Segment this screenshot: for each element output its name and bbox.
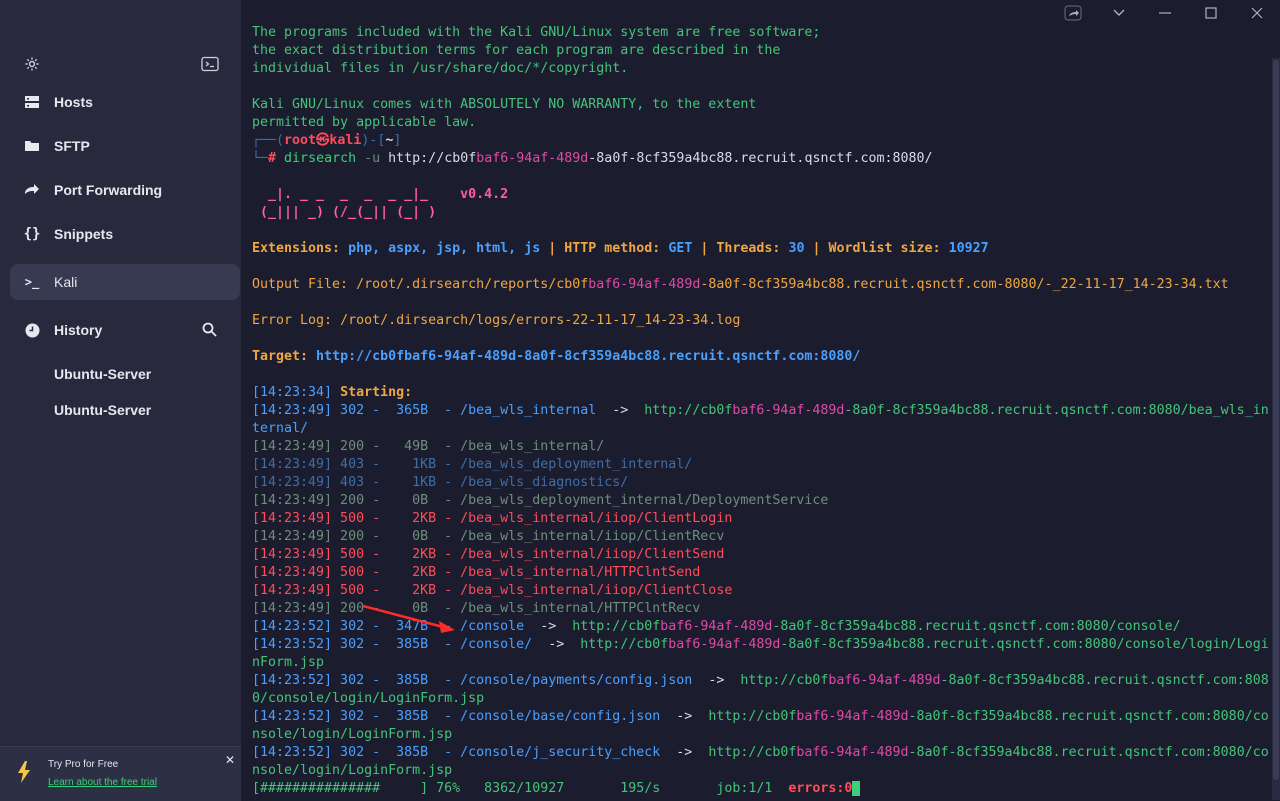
terminal-line: [14:23:49] 500 - 2KB - /bea_wls_internal… [252, 583, 733, 598]
clock-icon [10, 323, 54, 338]
terminal-line: [14:23:49] 302 - 365B - /bea_wls_interna… [252, 403, 1269, 418]
pro-promo-banner: Try Pro for Free Learn about the free tr… [0, 746, 241, 801]
terminal-line: [14:23:49] 500 - 2KB - /bea_wls_internal… [252, 511, 733, 526]
lightning-icon [16, 760, 32, 789]
hosts-icon [10, 95, 54, 109]
nav-snippets-label: Snippets [54, 226, 114, 242]
close-window-icon[interactable] [1234, 0, 1280, 26]
terminal-line: Output File: /root/.dirsearch/reports/cb… [252, 277, 1229, 292]
history-item[interactable]: Ubuntu-Server [54, 402, 151, 418]
terminal-line: nsole/login/LoginForm.jsp [252, 763, 453, 778]
nav-sftp[interactable]: SFTP [10, 128, 240, 164]
terminal-line: [14:23:49] 200 - 49B - /bea_wls_internal… [252, 439, 605, 454]
terminal-line: Target: http://cb0fbaf6-94af-489d-8a0f-8… [252, 349, 861, 364]
forward-icon [10, 183, 54, 197]
terminal-line: 0/console/login/LoginForm.jsp [252, 691, 485, 706]
terminal-line: [14:23:49] 200 - 0B - /bea_wls_internal/… [252, 529, 725, 544]
settings-gear-icon[interactable] [24, 56, 40, 77]
terminal-line: nForm.jsp [252, 655, 325, 670]
terminal-line: individual files in /usr/share/doc/*/cop… [252, 61, 629, 76]
red-arrow-annotation [362, 604, 455, 633]
window-controls [1050, 0, 1280, 26]
nav-port-forwarding[interactable]: Port Forwarding [10, 172, 240, 208]
terminal-line: [14:23:49] 200 - 0B - /bea_wls_deploymen… [252, 493, 829, 508]
terminal-line: [14:23:52] 302 - 385B - /console/base/co… [252, 709, 1269, 724]
terminal-line: └─# dirsearch -u http://cb0fbaf6-94af-48… [252, 151, 933, 166]
promo-title: Try Pro for Free [48, 759, 119, 770]
history-item[interactable]: Ubuntu-Server [54, 366, 151, 382]
promo-link[interactable]: Learn about the free trial [48, 777, 157, 788]
terminal-line: [14:23:52] 302 - 385B - /console/j_secur… [252, 745, 1269, 760]
terminal-output[interactable]: The programs included with the Kali GNU/… [252, 24, 1272, 798]
nav-sftp-label: SFTP [54, 138, 90, 154]
maximize-icon[interactable] [1188, 0, 1234, 26]
terminal-line: [14:23:34] Starting: [252, 385, 413, 400]
search-icon[interactable] [202, 322, 217, 342]
terminal-line: [14:23:49] 500 - 2KB - /bea_wls_internal… [252, 565, 701, 580]
sidebar: Hosts SFTP Port Forwarding {} Snippets >… [0, 0, 241, 801]
scrollbar-thumb[interactable] [1273, 60, 1279, 780]
terminal-line: [14:23:52] 302 - 385B - /console/payment… [252, 673, 1269, 688]
terminal-line: _|. _ _ _ _ _ _|_ v0.4.2 [252, 187, 509, 202]
terminal-line: the exact distribution terms for each pr… [252, 43, 781, 58]
nav-kali-label: Kali [54, 274, 78, 290]
terminal-line: [############### ] 76% 8362/10927 195/s … [252, 780, 1272, 798]
nav-snippets[interactable]: {} Snippets [10, 216, 240, 252]
new-terminal-icon[interactable] [201, 56, 219, 77]
terminal-line: [14:23:49] 403 - 1KB - /bea_wls_diagnost… [252, 475, 629, 490]
nav-hosts[interactable]: Hosts [10, 84, 240, 120]
terminal-line: (_||| _) (/_(_|| (_| ) [252, 205, 437, 220]
close-icon[interactable]: ✕ [225, 753, 235, 767]
chevron-down-icon[interactable] [1096, 0, 1142, 26]
braces-icon: {} [23, 226, 41, 242]
terminal-pane[interactable]: The programs included with the Kali GNU/… [241, 0, 1280, 800]
terminal-line: Error Log: /root/.dirsearch/logs/errors-… [252, 313, 741, 328]
nav-kali[interactable]: >_ Kali [10, 264, 240, 300]
share-icon[interactable] [1050, 0, 1096, 26]
nav-history-label: History [54, 322, 103, 338]
terminal-line: Kali GNU/Linux comes with ABSOLUTELY NO … [252, 97, 757, 112]
terminal-line: [14:23:49] 403 - 1KB - /bea_wls_deployme… [252, 457, 693, 472]
terminal-line: The programs included with the Kali GNU/… [252, 25, 821, 40]
terminal-line: Extensions: php, aspx, jsp, html, js | H… [252, 241, 989, 256]
terminal-line: ┌──(root㉿kali)-[~] [252, 133, 402, 148]
terminal-line: permitted by applicable law. [252, 115, 477, 130]
terminal-line: ternal/ [252, 421, 309, 436]
nav-port-forwarding-label: Port Forwarding [54, 182, 163, 198]
terminal-line: [14:23:49] 500 - 2KB - /bea_wls_internal… [252, 547, 725, 562]
minimize-icon[interactable] [1142, 0, 1188, 26]
terminal-line: nsole/login/LoginForm.jsp [252, 727, 453, 742]
folder-icon [10, 139, 54, 153]
cursor [852, 780, 861, 796]
nav-hosts-label: Hosts [54, 94, 93, 110]
terminal-prompt-icon: >_ [24, 275, 40, 289]
